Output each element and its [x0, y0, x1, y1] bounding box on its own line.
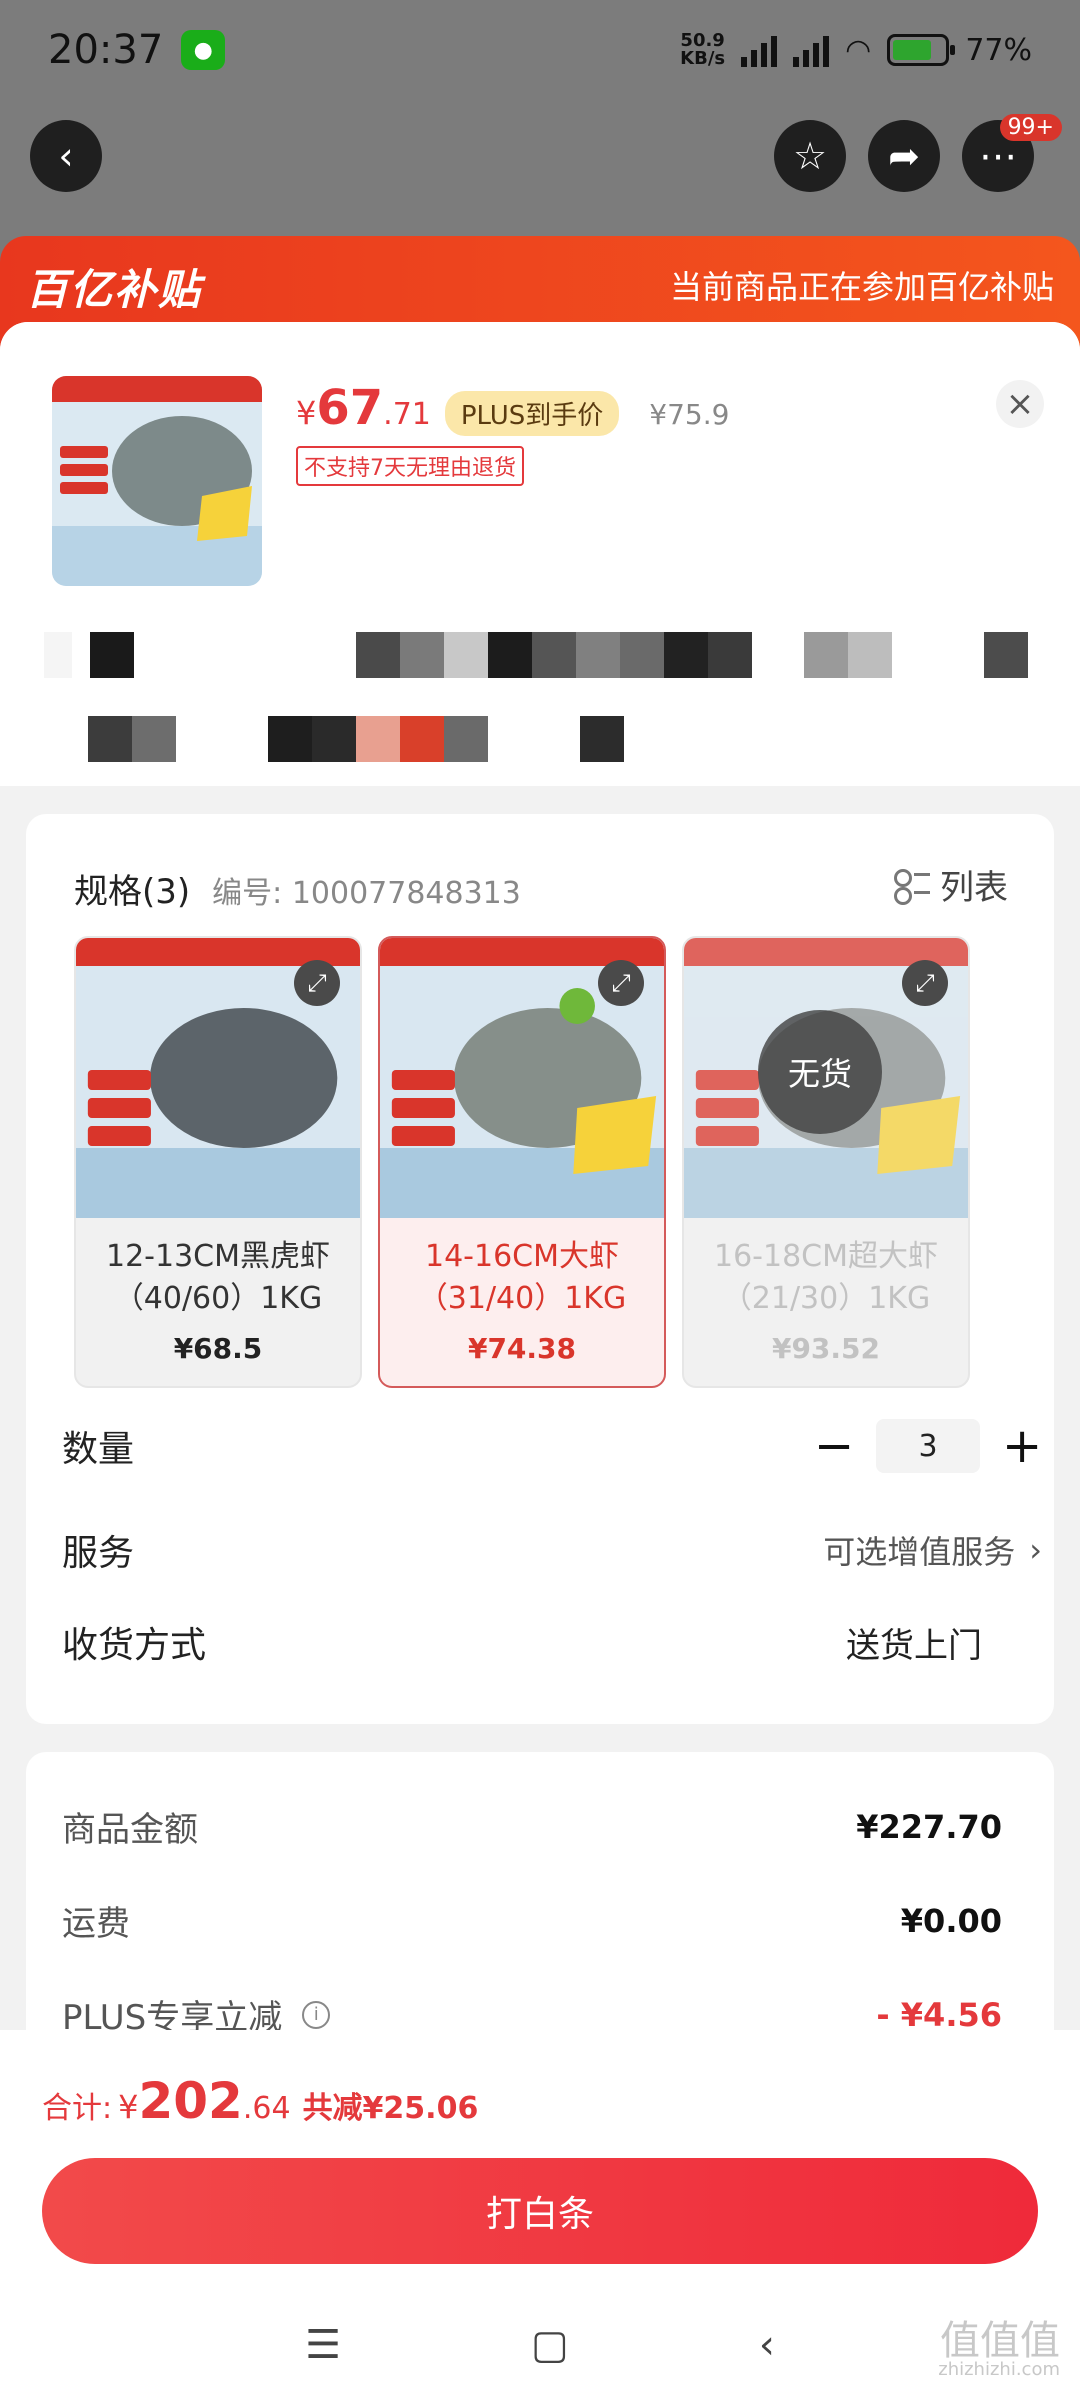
variant-name: 14-16CM大虾（31/40）1KG [417, 1239, 627, 1316]
expand-icon: ⤢ [307, 969, 327, 997]
variant-name: 16-18CM超大虾（21/30）1KG [713, 1239, 938, 1316]
signal-icon [741, 33, 778, 67]
shipping-value: ¥0.00 [900, 1901, 1002, 1940]
status-bar: 20:37 ● 50.9 KB/s ◠ 77% [0, 0, 1080, 100]
shipping-row: 运费 ¥0.00 [62, 1896, 1002, 1945]
subsidy-tip: 当前商品正在参加百亿补贴 [669, 268, 1054, 306]
expand-icon: ⤢ [915, 969, 935, 997]
spec-header: 规格(3) 编号: 100077848313 [74, 864, 521, 913]
net-speed: 50.9 KB/s [680, 30, 726, 69]
total-price: 合计: ¥ 202 .64 共减¥25.06 [42, 2072, 479, 2130]
service-row[interactable]: 服务 可选增值服务 › [62, 1524, 1042, 1576]
checkout-bar: 合计: ¥ 202 .64 共减¥25.06 打白条 ☰ ▢ ‹ 值值值 zhi… [0, 2030, 1080, 2400]
spec-section: 规格(3) 编号: 100077848313 列表 ⤢ 12-13CM黑虎虾（4… [26, 814, 1054, 1724]
total-label: 合计: [42, 2091, 113, 2126]
variant-option-selected[interactable]: ⤢ 14-16CM大虾（31/40）1KG ¥74.38 [378, 936, 666, 1388]
plus-discount-value: - ¥4.56 [876, 1995, 1002, 2034]
expand-image-button[interactable]: ⤢ [598, 960, 644, 1006]
variant-option[interactable]: ⤢ 12-13CM黑虎虾（40/60）1KG ¥68.5 [74, 936, 362, 1388]
subsidy-logo: 百亿补贴 [26, 265, 203, 314]
quantity-label: 数量 [62, 1429, 135, 1470]
goods-amount-value: ¥227.70 [856, 1807, 1002, 1846]
redacted-address-mosaic [44, 624, 1028, 764]
variant-option-out-of-stock[interactable]: ⤢ 无货 16-18CM超大虾（21/30）1KG ¥93.52 [682, 936, 970, 1388]
variant-list: ⤢ 12-13CM黑虎虾（40/60）1KG ¥68.5 ⤢ 14-16CM大虾… [74, 936, 1054, 1392]
favorite-button[interactable]: ☆ [774, 120, 846, 192]
status-icons: 50.9 KB/s ◠ 77% [680, 32, 1032, 68]
delivery-label: 收货方式 [62, 1625, 207, 1666]
expand-image-button[interactable]: ⤢ [294, 960, 340, 1006]
variant-price: ¥74.38 [467, 1332, 577, 1365]
chevron-left-icon: ‹ [58, 134, 74, 178]
product-header: ¥ 67 .71 PLUS到手价 ¥75.9 不支持7天无理由退货 × [0, 322, 1080, 786]
close-icon: × [1005, 384, 1035, 424]
quantity-input[interactable]: 3 [876, 1419, 980, 1473]
menu-icon[interactable]: ☰ [305, 2322, 341, 2368]
share-button[interactable]: ➦ [868, 120, 940, 192]
delivery-value: 送货上门 [846, 1625, 982, 1666]
service-value: 可选增值服务 [823, 1533, 1016, 1571]
variant-price: ¥68.5 [173, 1332, 263, 1365]
plus-price-tag: PLUS到手价 [444, 391, 620, 436]
delivery-row[interactable]: 收货方式 送货上门 [62, 1616, 1042, 1668]
product-code: 编号: 100077848313 [212, 876, 521, 911]
notification-badge: 99+ [999, 114, 1062, 141]
spec-title: 规格(3) [74, 872, 191, 912]
service-label: 服务 [62, 1533, 135, 1574]
list-view-toggle[interactable]: 列表 [894, 860, 1008, 909]
plus-price: ¥ 67 .71 PLUS到手价 ¥75.9 [296, 380, 730, 436]
pay-button[interactable]: 打白条 [42, 2158, 1038, 2264]
system-navigation-bar: ☰ ▢ ‹ [0, 2290, 1080, 2400]
close-button[interactable]: × [996, 380, 1044, 428]
quantity-stepper: − 3 + [814, 1418, 1042, 1474]
battery-level: 77% [965, 32, 1032, 68]
battery-icon [887, 34, 956, 66]
goods-amount-row: 商品金额 ¥227.70 [62, 1802, 1002, 1851]
back-button[interactable]: ‹ [30, 120, 102, 192]
home-icon[interactable]: ▢ [531, 2322, 569, 2368]
site-watermark: 值值值 zhizhizhi.com [938, 2318, 1060, 2380]
quantity-row: 数量 − 3 + [62, 1418, 1042, 1474]
shipping-label: 运费 [62, 1904, 130, 1944]
status-time: 20:37 [48, 27, 164, 73]
chevron-right-icon: › [1029, 1531, 1042, 1569]
wechat-notification-icon: ● [181, 30, 226, 70]
expand-image-button[interactable]: ⤢ [902, 960, 948, 1006]
info-icon[interactable]: i [302, 2000, 331, 2029]
signal-icon [793, 33, 830, 67]
total-saved: 共减¥25.06 [302, 2091, 479, 2126]
expand-icon: ⤢ [611, 969, 631, 997]
star-icon: ☆ [792, 134, 828, 178]
original-price: ¥75.9 [649, 398, 730, 431]
decrease-button[interactable]: − [814, 1418, 854, 1474]
back-icon[interactable]: ‹ [759, 2322, 775, 2368]
variant-price: ¥93.52 [771, 1332, 881, 1365]
increase-button[interactable]: + [1002, 1418, 1042, 1474]
list-icon [894, 867, 930, 905]
goods-amount-label: 商品金额 [62, 1810, 198, 1850]
product-thumbnail[interactable] [52, 376, 262, 586]
top-navigation: ‹ ☆ ➦ ⋯ 99+ [0, 114, 1080, 192]
more-button[interactable]: ⋯ 99+ [962, 114, 1062, 192]
no-return-tag: 不支持7天无理由退货 [296, 446, 524, 486]
out-of-stock-badge: 无货 [758, 1010, 882, 1134]
share-icon: ➦ [888, 134, 920, 178]
variant-name: 12-13CM黑虎虾（40/60）1KG [105, 1239, 330, 1316]
wifi-icon: ◠ [845, 32, 872, 68]
